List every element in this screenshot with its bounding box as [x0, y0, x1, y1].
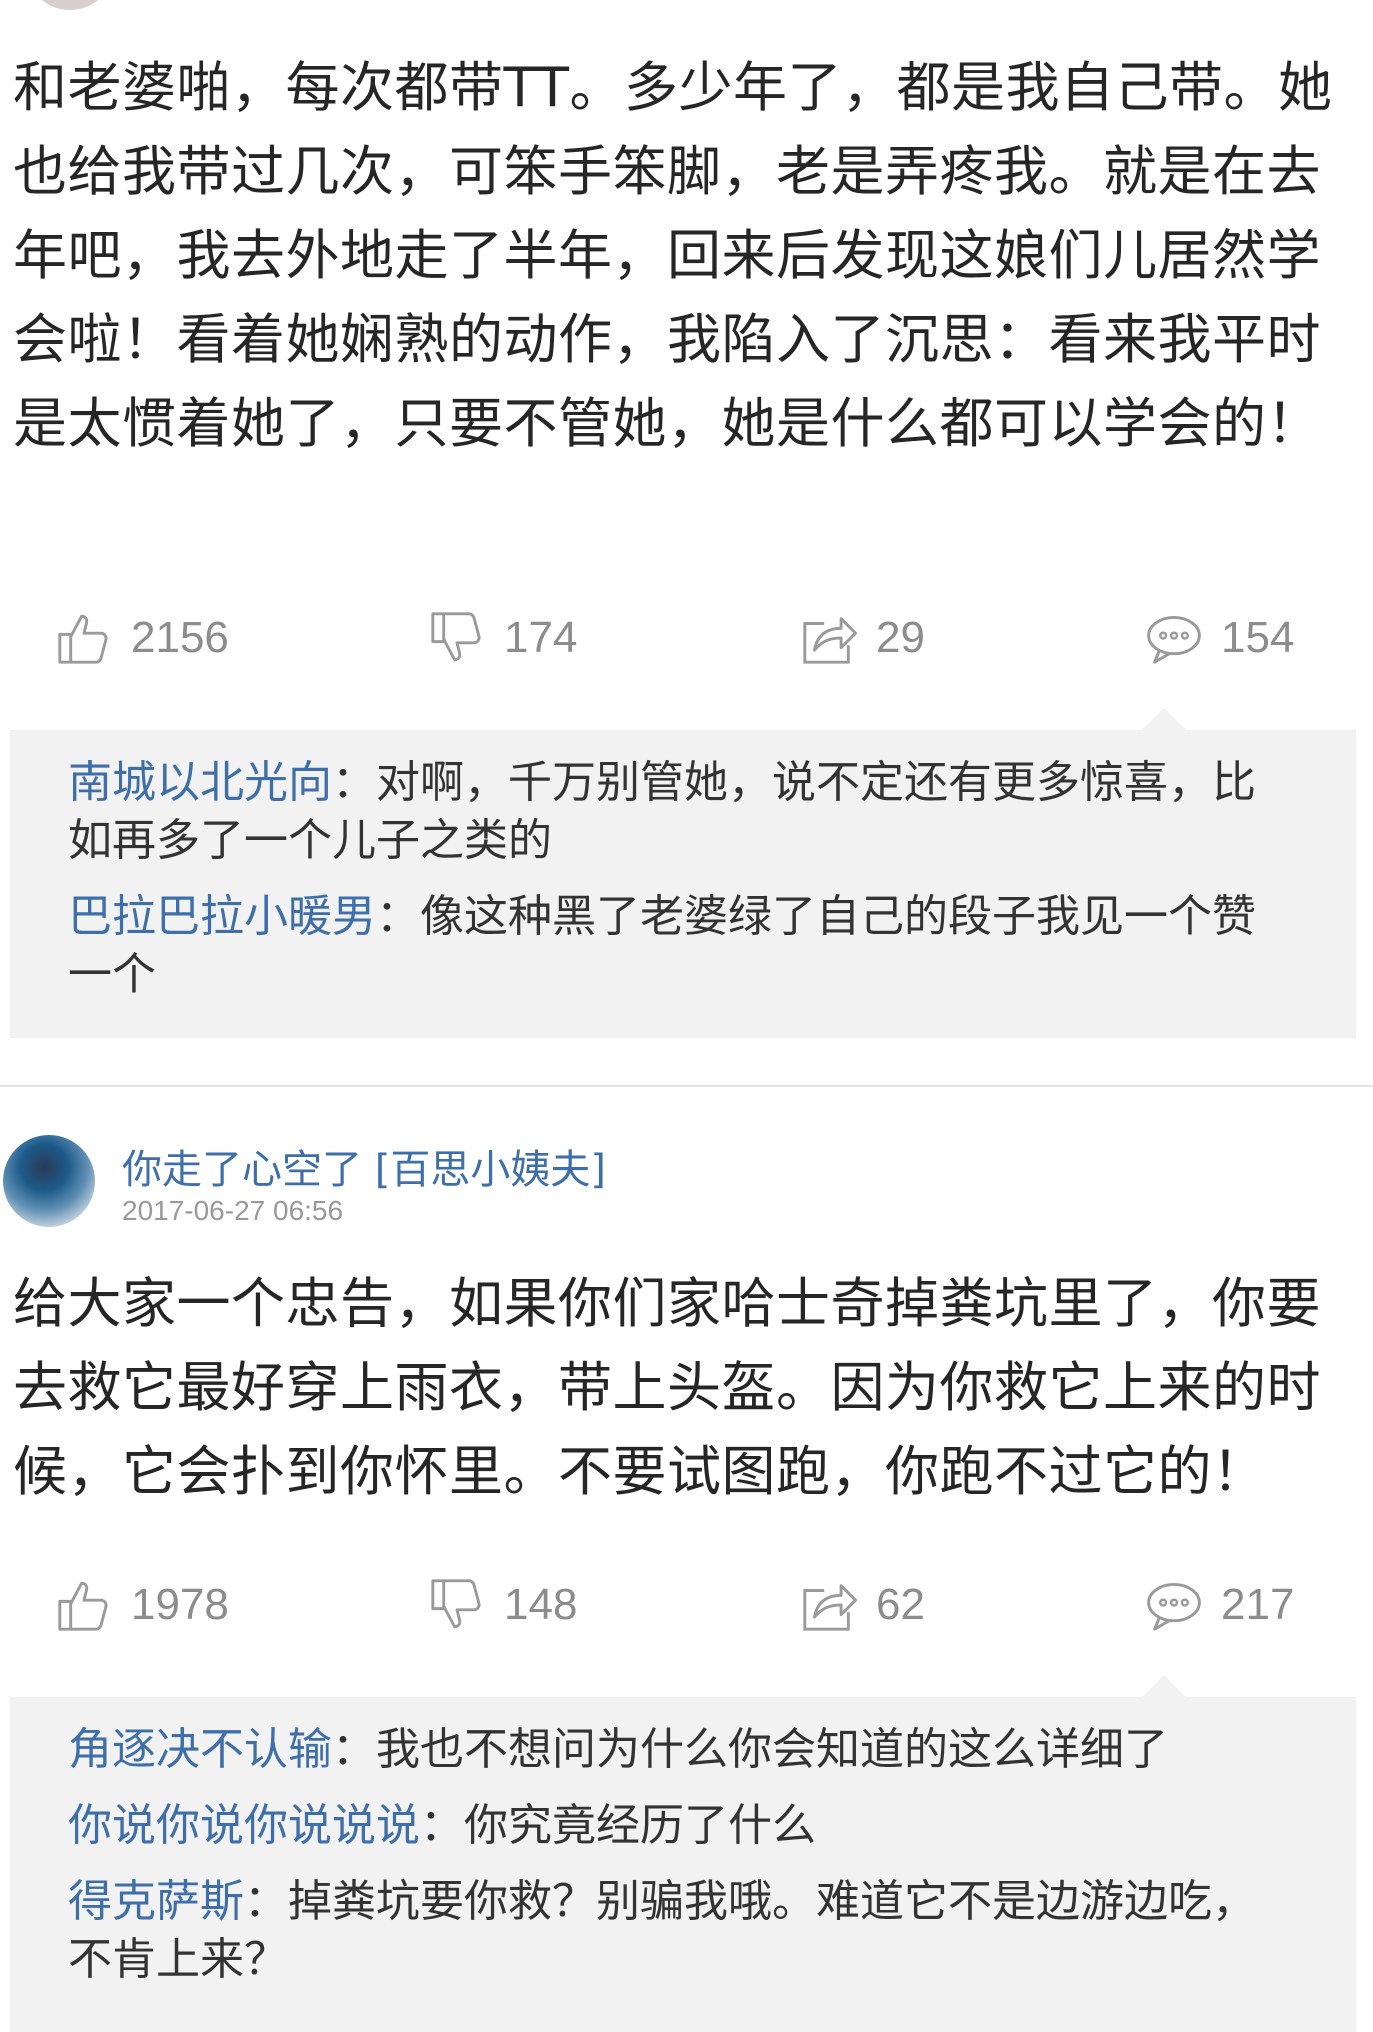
reply-item[interactable]: 得克萨斯：掉粪坑要你救？别骗我哦。难道它不是边游边吃，不肯上来？: [68, 1873, 1296, 1989]
reply-separator: ：: [420, 1800, 464, 1851]
comment-bubble-icon: [1147, 1583, 1201, 1631]
share-button[interactable]: 29: [800, 598, 925, 678]
reply-author[interactable]: 巴拉巴拉小暖男: [68, 891, 376, 942]
like-button[interactable]: 2156: [55, 598, 229, 678]
post-body: 给大家一个忠告，如果你们家哈士奇掉粪坑里了，你要去救它最好穿上雨衣，带上头盔。因…: [13, 1272, 1321, 1503]
avatar[interactable]: [3, 1135, 95, 1227]
thumbs-up-icon: [58, 1581, 108, 1631]
reply-item[interactable]: 南城以北光向：对啊，千万别管她，说不定还有更多惊喜，比如再多了一个儿子之类的: [68, 754, 1296, 870]
share-count: 29: [876, 613, 925, 662]
reply-author[interactable]: 角逐决不认输: [68, 1724, 332, 1775]
thumbs-up-icon: [58, 614, 108, 664]
previous-post-avatar[interactable]: [30, 0, 110, 10]
reply-notch: [1142, 708, 1186, 730]
reply-author[interactable]: 你说你说你说说说: [68, 1800, 420, 1851]
like-count: 1978: [131, 1580, 229, 1629]
post-author-name[interactable]: 你走了心空了 [百思小姨夫]: [122, 1137, 606, 1195]
post-2-header: 你走了心空了 [百思小姨夫] 2017-06-27 06:56: [0, 1135, 1373, 1245]
post-divider: [0, 1085, 1373, 1087]
like-button[interactable]: 1978: [55, 1565, 229, 1645]
reply-item[interactable]: 巴拉巴拉小暖男：像这种黑了老婆绿了自己的段子我见一个赞一个: [68, 888, 1296, 1004]
thumbs-down-icon: [431, 612, 481, 662]
post-2: 给大家一个忠告，如果你们家哈士奇掉粪坑里了，你要去救它最好穿上雨衣，带上头盔。因…: [0, 1262, 1373, 1514]
share-button[interactable]: 62: [800, 1565, 925, 1645]
reply-item[interactable]: 角逐决不认输：我也不想问为什么你会知道的这么详细了: [68, 1721, 1296, 1779]
reply-notch: [1142, 1675, 1186, 1697]
comment-button[interactable]: 217: [1145, 1565, 1294, 1645]
post-1-replies: 南城以北光向：对啊，千万别管她，说不定还有更多惊喜，比如再多了一个儿子之类的 巴…: [10, 708, 1356, 1038]
reply-separator: ：: [244, 1876, 288, 1927]
reply-separator: ：: [332, 1724, 376, 1775]
dislike-count: 148: [504, 1580, 578, 1629]
reply-item[interactable]: 你说你说你说说说：你究竟经历了什么: [68, 1797, 1296, 1855]
share-icon: [803, 617, 858, 664]
reply-separator: ：: [332, 757, 376, 808]
comment-count: 154: [1221, 613, 1295, 662]
dislike-count: 174: [504, 613, 578, 662]
share-icon: [803, 1584, 858, 1631]
thumbs-down-icon: [431, 1579, 481, 1629]
post-1: 和老婆啪，每次都带TT。多少年了，都是我自己带。她也给我带过几次，可笨手笨脚，老…: [0, 46, 1373, 466]
comment-bubble-icon: [1147, 616, 1201, 664]
comment-count: 217: [1221, 1580, 1295, 1629]
dislike-button[interactable]: 174: [428, 598, 577, 678]
like-count: 2156: [131, 613, 229, 662]
post-1-actions: 2156 174 29 154: [0, 598, 1373, 678]
comment-button[interactable]: 154: [1145, 598, 1294, 678]
reply-author[interactable]: 得克萨斯: [68, 1876, 244, 1927]
reply-author[interactable]: 南城以北光向: [68, 757, 332, 808]
reply-separator: ：: [376, 891, 420, 942]
dislike-button[interactable]: 148: [428, 1565, 577, 1645]
post-timestamp: 2017-06-27 06:56: [122, 1195, 344, 1226]
post-body: 和老婆啪，每次都带TT。多少年了，都是我自己带。她也给我带过几次，可笨手笨脚，老…: [13, 56, 1333, 455]
share-count: 62: [876, 1580, 925, 1629]
reply-text: 你究竟经历了什么: [464, 1800, 816, 1851]
post-2-replies: 角逐决不认输：我也不想问为什么你会知道的这么详细了 你说你说你说说说：你究竟经历…: [10, 1675, 1356, 2032]
reply-text: 我也不想问为什么你会知道的这么详细了: [376, 1724, 1168, 1775]
post-2-actions: 1978 148 62 217: [0, 1565, 1373, 1645]
